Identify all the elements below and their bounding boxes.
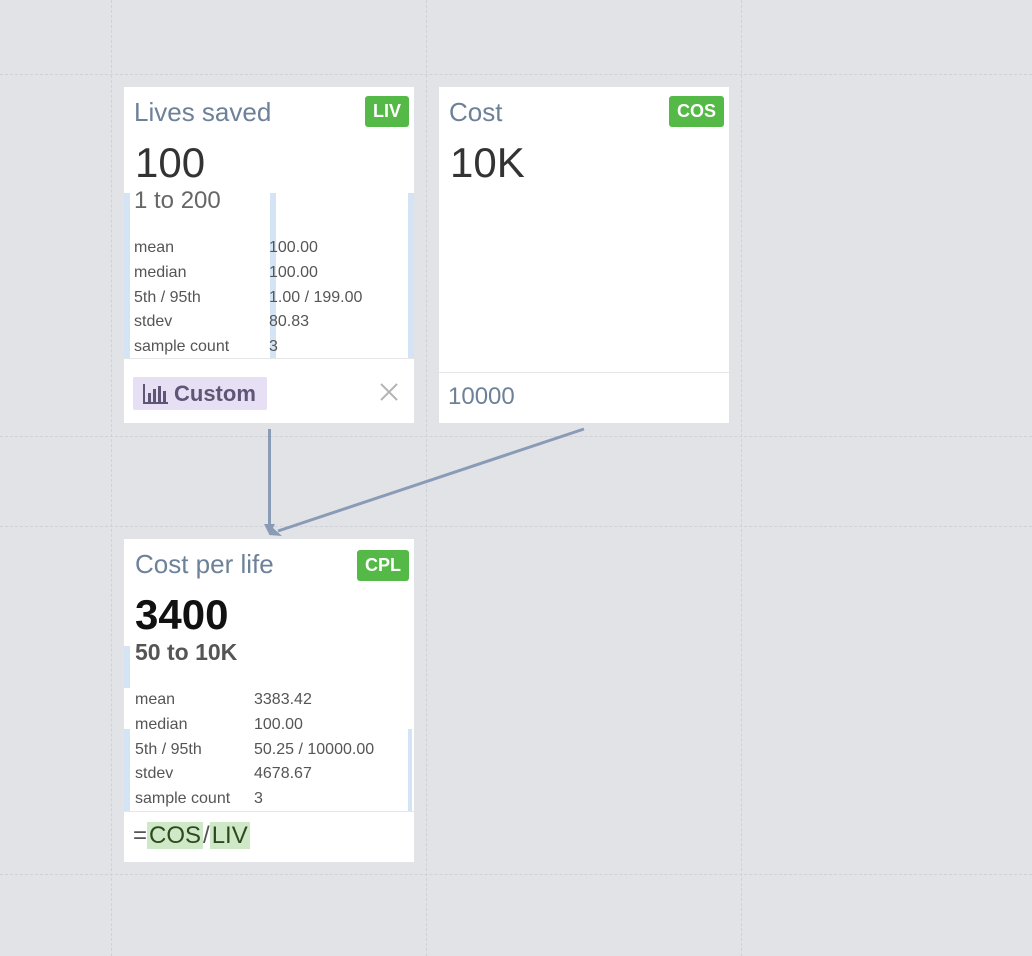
stat-row-median: median 100.00 — [135, 713, 410, 738]
metric-range: 1 to 200 — [134, 187, 221, 214]
value-input[interactable]: 10000 — [448, 383, 515, 411]
grid-line — [111, 0, 112, 956]
grid-line — [741, 0, 742, 956]
custom-distribution-button[interactable]: Custom — [133, 377, 267, 410]
metric-title: Lives saved — [134, 97, 272, 127]
metric-value: 100 — [135, 139, 206, 186]
metric-title: Cost per life — [135, 549, 274, 579]
stat-value: 3 — [254, 790, 263, 808]
metric-footer: =COS/LIV — [124, 811, 414, 862]
grid-line — [426, 0, 427, 956]
histogram-bar — [124, 193, 130, 359]
stat-value: 3383.42 — [254, 691, 312, 708]
metric-title: Cost — [449, 97, 503, 127]
stat-row-mean: mean 100.00 — [134, 236, 409, 261]
metric-card-cost[interactable]: Cost COS 10K 10000 — [439, 87, 729, 423]
stats-table: mean 100.00 median 100.00 5th / 95th 1.0… — [134, 236, 409, 360]
stat-value: 1.00 / 199.00 — [269, 288, 363, 306]
stat-label: stdev — [134, 313, 173, 331]
bar-chart-icon — [143, 383, 168, 404]
formula-operator: / — [203, 822, 210, 849]
stat-label: sample count — [134, 338, 230, 356]
stat-row-percentiles: 5th / 95th 50.25 / 10000.00 — [135, 738, 410, 763]
formula-token-cos[interactable]: COS — [147, 822, 204, 849]
stat-label: sample count — [135, 790, 231, 808]
stat-row-stdev: stdev 4678.67 — [135, 762, 410, 787]
stat-value: 4678.67 — [254, 765, 312, 783]
stat-row-median: median 100.00 — [134, 261, 409, 286]
stat-value: 50.25 / 10000.00 — [254, 740, 375, 758]
grid-line — [0, 526, 1032, 527]
stat-row-mean: mean 3383.42 — [135, 688, 410, 713]
formula-prefix: = — [133, 822, 148, 849]
metric-card-cost-per-life[interactable]: Cost per life CPL 3400 50 to 10K mean 33… — [124, 539, 414, 862]
arrowhead-icon — [269, 527, 282, 536]
stat-row-stdev: stdev 80.83 — [134, 310, 409, 335]
stat-row-sample-count: sample count 3 — [134, 335, 409, 360]
stat-row-percentiles: 5th / 95th 1.00 / 199.00 — [134, 286, 409, 311]
stats-table: mean 3383.42 median 100.00 5th / 95th 50… — [135, 688, 410, 812]
stat-label: median — [134, 263, 187, 281]
stat-value: 3 — [269, 338, 278, 356]
grid-line — [0, 436, 1032, 437]
metric-card-lives-saved[interactable]: Lives saved LIV 100 1 to 200 mean 100.00… — [124, 87, 414, 423]
metric-value: 3400 — [135, 591, 229, 638]
stat-label: mean — [134, 239, 175, 256]
stat-value: 100.00 — [269, 239, 318, 256]
metric-badge: CPL — [357, 550, 409, 581]
metric-footer: Custom — [124, 358, 414, 423]
stat-value: 100.00 — [254, 715, 303, 733]
stat-label: mean — [135, 691, 176, 708]
stat-value: 100.00 — [269, 263, 318, 281]
grid-line — [0, 74, 1032, 75]
histogram-bar — [124, 729, 130, 811]
grid-line — [0, 874, 1032, 875]
stat-value: 80.83 — [269, 313, 310, 331]
close-icon[interactable] — [378, 381, 400, 403]
metric-range: 50 to 10K — [135, 639, 238, 665]
stat-label: median — [135, 715, 188, 733]
metric-footer: 10000 — [439, 372, 729, 423]
formula-token-liv[interactable]: LIV — [209, 822, 250, 849]
stat-row-sample-count: sample count 3 — [135, 787, 410, 812]
arrow-cost-to-cpl — [277, 427, 585, 533]
stat-label: stdev — [135, 765, 174, 783]
metric-badge: COS — [668, 96, 724, 127]
histogram-bar — [124, 646, 130, 688]
metric-value: 10K — [450, 139, 525, 186]
stat-label: 5th / 95th — [135, 740, 202, 758]
metric-badge: LIV — [364, 96, 409, 127]
custom-button-label: Custom — [174, 381, 256, 406]
formula-input[interactable]: =COS/LIV — [133, 822, 250, 850]
stat-label: 5th / 95th — [134, 288, 201, 306]
